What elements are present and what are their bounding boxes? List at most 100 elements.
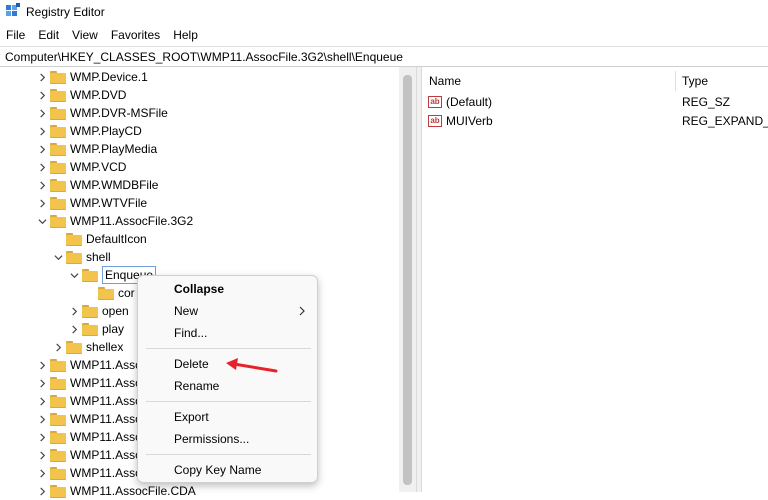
chevron-right-icon[interactable]	[68, 302, 80, 320]
tree-item[interactable]: WMP.Device.1	[36, 68, 148, 86]
column-divider[interactable]	[675, 71, 676, 91]
tree-item[interactable]: WMP11.Assoc	[36, 428, 148, 446]
menu-rename[interactable]: Rename	[174, 376, 219, 396]
tree-scrollbar-thumb[interactable]	[403, 75, 412, 485]
menu-delete[interactable]: Delete	[174, 354, 209, 374]
chevron-right-icon[interactable]	[36, 464, 48, 482]
folder-icon	[50, 358, 66, 372]
tree-item[interactable]: WMP.PlayCD	[36, 122, 142, 140]
tree-item[interactable]: WMP11.Assoc	[36, 410, 148, 428]
tree-item-label: WMP11.AssocFile.CDA	[70, 484, 196, 498]
registry-editor-icon	[6, 3, 20, 19]
tree-item-label: WMP.WMDBFile	[70, 178, 159, 192]
tree-item-label: WMP.DVD	[70, 88, 127, 102]
tree-item[interactable]: DefaultIcon	[52, 230, 147, 248]
tree-item-label: WMP.Device.1	[70, 70, 148, 84]
menu-edit[interactable]: Edit	[32, 24, 66, 46]
menu-file[interactable]: File	[0, 24, 32, 46]
folder-icon	[82, 322, 98, 336]
tree-item[interactable]: shell	[52, 248, 111, 266]
tree-item[interactable]: WMP11.Assoc	[36, 464, 148, 482]
tree-item[interactable]: WMP11.AssocFile.CDA	[36, 482, 196, 500]
folder-icon	[50, 484, 66, 498]
folder-icon	[50, 178, 66, 192]
chevron-down-icon[interactable]	[68, 266, 80, 284]
tree-item[interactable]: WMP.WMDBFile	[36, 176, 158, 194]
chevron-down-icon[interactable]	[36, 212, 48, 230]
menu-view[interactable]: View	[66, 24, 105, 46]
menu-collapse[interactable]: Collapse	[174, 279, 224, 299]
menu-permissions[interactable]: Permissions...	[174, 429, 249, 449]
menu-copy-key-name[interactable]: Copy Key Name	[174, 460, 261, 480]
chevron-right-icon[interactable]	[36, 86, 48, 104]
value-row[interactable]: ab MUIVerb	[428, 112, 493, 130]
folder-icon	[50, 430, 66, 444]
pane-splitter[interactable]	[416, 67, 422, 492]
window-title: Registry Editor	[26, 5, 105, 19]
tree-item[interactable]: WMP11.AssocFile.3G2	[36, 212, 193, 230]
tree-item[interactable]: shellex	[52, 338, 123, 356]
value-name: (Default)	[446, 95, 493, 109]
tree-item-label: shellex	[86, 340, 124, 354]
menu-new[interactable]: New	[174, 301, 198, 321]
chevron-right-icon[interactable]	[36, 428, 48, 446]
chevron-right-icon[interactable]	[36, 68, 48, 86]
folder-icon	[50, 106, 66, 120]
chevron-right-icon	[299, 306, 305, 316]
folder-icon	[66, 250, 82, 264]
tree-item[interactable]: WMP.DVR-MSFile	[36, 104, 168, 122]
value-type: REG_SZ	[682, 95, 731, 109]
menu-find[interactable]: Find...	[174, 323, 207, 343]
chevron-right-icon[interactable]	[36, 140, 48, 158]
chevron-right-icon[interactable]	[36, 410, 48, 428]
tree-item[interactable]: WMP.WTVFile	[36, 194, 147, 212]
folder-icon	[50, 376, 66, 390]
tree-item[interactable]: open	[68, 302, 129, 320]
menu-separator	[146, 348, 311, 349]
tree-item[interactable]: WMP11.Assoc	[36, 446, 148, 464]
menu-export[interactable]: Export	[174, 407, 209, 427]
folder-icon	[50, 160, 66, 174]
chevron-right-icon[interactable]	[36, 374, 48, 392]
folder-icon	[66, 232, 82, 246]
folder-icon	[82, 268, 98, 282]
folder-icon	[50, 88, 66, 102]
address-bar[interactable]: Computer\HKEY_CLASSES_ROOT\WMP11.AssocFi…	[0, 46, 768, 67]
tree-item[interactable]: cor	[84, 284, 135, 302]
tree-item-label: WMP.WTVFile	[70, 196, 148, 210]
chevron-right-icon[interactable]	[52, 338, 64, 356]
folder-icon	[50, 466, 66, 480]
value-row[interactable]: ab (Default)	[428, 93, 492, 111]
menu-favorites[interactable]: Favorites	[105, 24, 167, 46]
tree-item[interactable]: WMP.VCD	[36, 158, 126, 176]
column-header-name[interactable]: Name	[429, 71, 461, 91]
chevron-right-icon[interactable]	[36, 176, 48, 194]
chevron-right-icon[interactable]	[36, 104, 48, 122]
folder-icon	[50, 412, 66, 426]
chevron-right-icon[interactable]	[36, 392, 48, 410]
chevron-down-icon[interactable]	[52, 248, 64, 266]
chevron-right-icon[interactable]	[68, 320, 80, 338]
chevron-right-icon[interactable]	[36, 446, 48, 464]
menu-help[interactable]: Help	[167, 24, 205, 46]
tree-item-label: WMP11.AssocFile.3G2	[70, 214, 194, 228]
menu-bar: File Edit View Favorites Help	[0, 24, 768, 46]
string-value-icon: ab	[428, 115, 442, 127]
tree-item[interactable]: play	[68, 320, 124, 338]
folder-icon	[82, 304, 98, 318]
chevron-right-icon[interactable]	[36, 122, 48, 140]
tree-item[interactable]: WMP11.Assoc	[36, 392, 148, 410]
tree-item[interactable]: WMP11.Assoc	[36, 374, 148, 392]
chevron-right-icon[interactable]	[36, 158, 48, 176]
tree-item-label: open	[102, 304, 129, 318]
column-header-type[interactable]: Type	[682, 71, 708, 91]
tree-item[interactable]: WMP11.Assoc	[36, 356, 148, 374]
chevron-right-icon[interactable]	[36, 482, 48, 500]
chevron-right-icon[interactable]	[36, 194, 48, 212]
folder-icon	[50, 196, 66, 210]
tree-item[interactable]: WMP.DVD	[36, 86, 126, 104]
tree-item[interactable]: WMP.PlayMedia	[36, 140, 157, 158]
chevron-right-icon[interactable]	[36, 356, 48, 374]
